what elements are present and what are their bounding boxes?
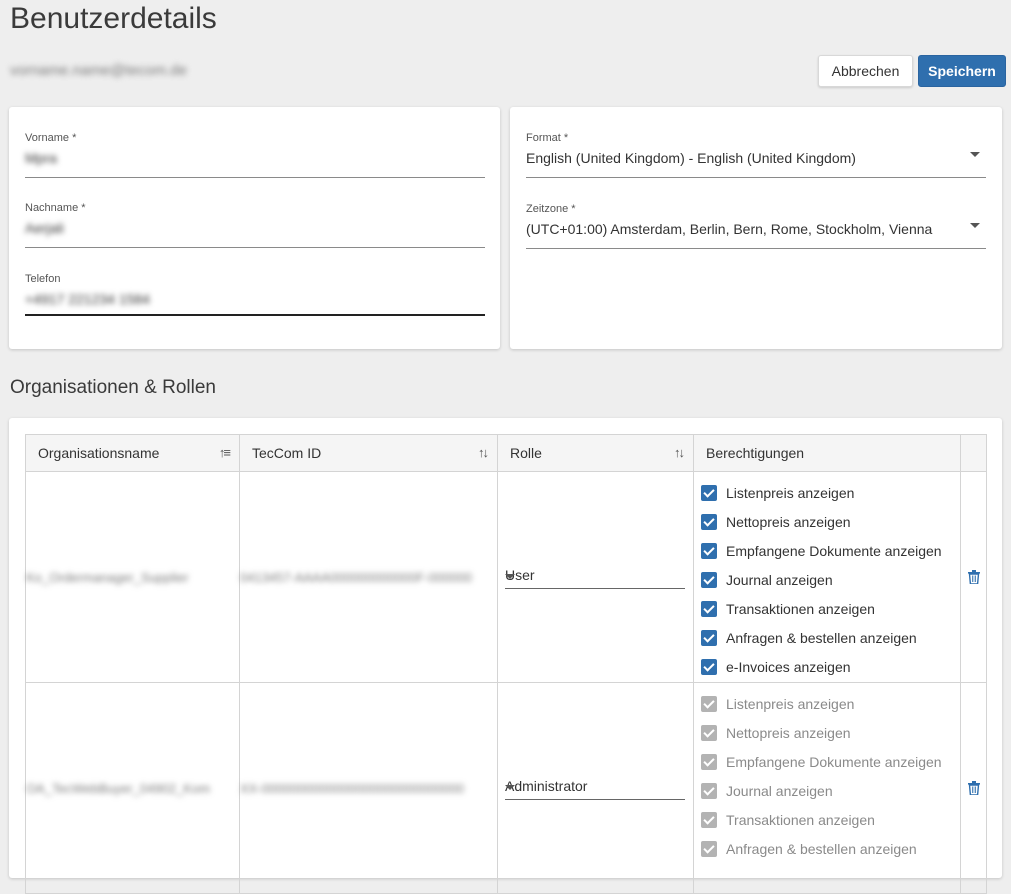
roles-table: Organisationsname ↑≡ TecCom ID ↑↓ Rolle … bbox=[25, 434, 987, 894]
checkbox-checked-icon[interactable] bbox=[701, 658, 717, 675]
permission-item[interactable]: Transaktionen anzeigen bbox=[701, 594, 960, 623]
chevron-down-icon[interactable] bbox=[505, 574, 515, 579]
permission-label: Nettopreis anzeigen bbox=[726, 513, 851, 530]
permission-item: Listenpreis anzeigen bbox=[701, 689, 960, 718]
chevron-down-icon[interactable] bbox=[505, 785, 515, 790]
permission-label: Empfangene Dokumente anzeigen bbox=[726, 542, 942, 559]
permissions-cell: Listenpreis anzeigen Nettopreis anzeigen… bbox=[693, 471, 961, 683]
permission-label: Anfragen & bestellen anzeigen bbox=[726, 629, 917, 646]
format-label: Format * bbox=[526, 132, 569, 144]
first-name-field[interactable]: Vorname * Mpra bbox=[25, 132, 485, 178]
checkbox-checked-icon bbox=[701, 840, 717, 857]
personal-details-card: Vorname * Mpra Nachname * Aerjali Telefo… bbox=[9, 107, 500, 349]
sort-icon[interactable]: ↑↓ bbox=[674, 445, 685, 460]
chevron-down-icon[interactable] bbox=[970, 152, 980, 157]
section-title: Organisationen & Rollen bbox=[10, 377, 216, 398]
permission-item[interactable]: Anfragen & bestellen anzeigen bbox=[701, 623, 960, 652]
permission-item: Transaktionen anzeigen bbox=[701, 805, 960, 834]
role-cell: Administrator bbox=[497, 682, 694, 894]
permission-item[interactable]: Nettopreis anzeigen bbox=[701, 507, 960, 536]
permission-item[interactable]: Empfangene Dokumente anzeigen bbox=[701, 536, 960, 565]
timezone-value: (UTC+01:00) Amsterdam, Berlin, Bern, Rom… bbox=[526, 221, 933, 237]
teccom-id-cell: 0413457-AAAA000000000000F-000000 bbox=[239, 471, 498, 683]
sort-icon[interactable]: ↑↓ bbox=[478, 445, 489, 460]
permission-label: Journal anzeigen bbox=[726, 782, 833, 799]
teccom-id-cell: XX-0000000000000000000000000000 bbox=[239, 682, 498, 894]
column-header-rolle[interactable]: Rolle ↑↓ bbox=[497, 434, 694, 472]
trash-icon[interactable] bbox=[961, 781, 986, 795]
checkbox-checked-icon[interactable] bbox=[701, 629, 717, 646]
permission-label: Listenpreis anzeigen bbox=[726, 695, 855, 712]
phone-field[interactable]: Telefon +4917 221234 1584 bbox=[25, 273, 485, 316]
format-value: English (United Kingdom) - English (Unit… bbox=[526, 150, 856, 166]
role-cell: User bbox=[497, 471, 694, 683]
column-header-teccom-id[interactable]: TecCom ID ↑↓ bbox=[239, 434, 498, 472]
org-name: Ko_Ordermanager_Supplier bbox=[26, 569, 189, 585]
phone-label: Telefon bbox=[25, 273, 61, 285]
column-header-berechtigungen: Berechtigungen bbox=[693, 434, 961, 472]
organisations-card: Organisationsname ↑≡ TecCom ID ↑↓ Rolle … bbox=[9, 418, 1002, 894]
teccom-id: XX-0000000000000000000000000000 bbox=[240, 780, 465, 796]
checkbox-checked-icon bbox=[701, 753, 717, 770]
timezone-label: Zeitzone * bbox=[526, 203, 576, 215]
permission-item: Anfragen & bestellen anzeigen bbox=[701, 834, 960, 863]
checkbox-checked-icon bbox=[701, 811, 717, 828]
permission-label: Transaktionen anzeigen bbox=[726, 600, 875, 617]
checkbox-checked-icon[interactable] bbox=[701, 484, 717, 501]
permission-list: Listenpreis anzeigen Nettopreis anzeigen… bbox=[694, 472, 960, 681]
permission-label: Listenpreis anzeigen bbox=[726, 484, 855, 501]
org-name: OA_TecWebBuyer_04902_Kom bbox=[26, 780, 211, 796]
last-name-field[interactable]: Nachname * Aerjali bbox=[25, 202, 485, 248]
permission-item: Nettopreis anzeigen bbox=[701, 718, 960, 747]
permissions-cell: Listenpreis anzeigen Nettopreis anzeigen… bbox=[693, 682, 961, 894]
sort-ascending-icon[interactable]: ↑≡ bbox=[219, 445, 231, 460]
checkbox-checked-icon bbox=[701, 695, 717, 712]
permission-label: Anfragen & bestellen anzeigen bbox=[726, 840, 917, 857]
checkbox-checked-icon bbox=[701, 724, 717, 741]
checkbox-checked-icon[interactable] bbox=[701, 513, 717, 530]
phone-value: +4917 221234 1584 bbox=[25, 291, 150, 307]
permission-label: e-Invoices anzeigen bbox=[726, 658, 851, 675]
permission-item[interactable]: Listenpreis anzeigen bbox=[701, 478, 960, 507]
trash-icon[interactable] bbox=[961, 570, 986, 584]
page-title: Benutzerdetails bbox=[10, 2, 217, 35]
permission-label: Nettopreis anzeigen bbox=[726, 724, 851, 741]
last-name-label: Nachname * bbox=[25, 202, 86, 214]
last-name-value: Aerjali bbox=[25, 220, 64, 236]
org-name-cell: OA_TecWebBuyer_04902_Kom bbox=[25, 682, 240, 894]
first-name-label: Vorname * bbox=[25, 132, 77, 144]
checkbox-checked-icon bbox=[701, 782, 717, 799]
column-header-actions bbox=[960, 434, 987, 472]
settings-card: Format * English (United Kingdom) - Engl… bbox=[510, 107, 1002, 349]
checkbox-checked-icon[interactable] bbox=[701, 600, 717, 617]
role-select[interactable]: Administrator bbox=[505, 776, 685, 800]
cancel-button[interactable]: Abbrechen bbox=[818, 55, 913, 87]
table-row: Ko_Ordermanager_Supplier 0413457-AAAA000… bbox=[25, 471, 987, 683]
format-select[interactable]: Format * English (United Kingdom) - Engl… bbox=[526, 132, 986, 178]
permission-item: Empfangene Dokumente anzeigen bbox=[701, 747, 960, 776]
checkbox-checked-icon[interactable] bbox=[701, 542, 717, 559]
permission-label: Journal anzeigen bbox=[726, 571, 833, 588]
teccom-id: 0413457-AAAA000000000000F-000000 bbox=[240, 569, 473, 585]
actions-cell bbox=[960, 471, 987, 683]
permission-item: Journal anzeigen bbox=[701, 776, 960, 805]
save-button[interactable]: Speichern bbox=[918, 55, 1006, 87]
chevron-down-icon[interactable] bbox=[970, 223, 980, 228]
timezone-select[interactable]: Zeitzone * (UTC+01:00) Amsterdam, Berlin… bbox=[526, 203, 986, 249]
role-value: Administrator bbox=[505, 778, 588, 794]
role-select[interactable]: User bbox=[505, 565, 685, 589]
column-header-organisationsname[interactable]: Organisationsname ↑≡ bbox=[25, 434, 240, 472]
permission-item[interactable]: e-Invoices anzeigen bbox=[701, 652, 960, 681]
permission-label: Transaktionen anzeigen bbox=[726, 811, 875, 828]
checkbox-checked-icon[interactable] bbox=[701, 571, 717, 588]
actions-cell bbox=[960, 682, 987, 894]
user-email: vorname.name@tecom.de bbox=[10, 62, 187, 79]
permission-item[interactable]: Journal anzeigen bbox=[701, 565, 960, 594]
first-name-value: Mpra bbox=[25, 150, 57, 166]
org-name-cell: Ko_Ordermanager_Supplier bbox=[25, 471, 240, 683]
permission-list: Listenpreis anzeigen Nettopreis anzeigen… bbox=[694, 683, 960, 863]
table-row: OA_TecWebBuyer_04902_Kom XX-000000000000… bbox=[25, 682, 987, 894]
permission-label: Empfangene Dokumente anzeigen bbox=[726, 753, 942, 770]
